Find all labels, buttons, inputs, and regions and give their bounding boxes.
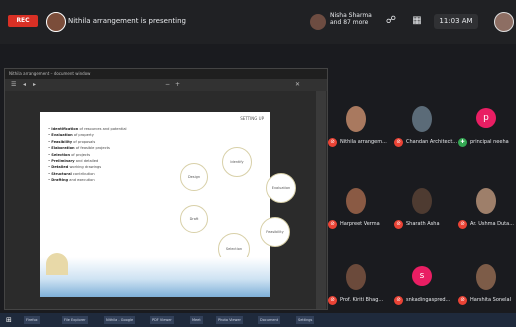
- participant-avatar: [412, 188, 432, 214]
- participant-tile[interactable]: ⊘ Ar. Ushma Duta...: [458, 182, 516, 232]
- taskbar-item[interactable]: PDF Viewer: [150, 316, 174, 324]
- participant-name: snkadingaspred...: [406, 297, 451, 303]
- clock: 11:03 AM: [434, 14, 478, 29]
- slide-tag: SETTING UP: [240, 116, 264, 121]
- participant-tile[interactable]: p ✚ principal neeha: [458, 100, 516, 150]
- bullet-item: • Drafting and execution: [48, 178, 95, 183]
- process-diagram: Identify Evaluation Feasibility Selectio…: [180, 147, 300, 265]
- shared-title-bar: Nithila arrangement – document window: [5, 69, 327, 79]
- participant-tile[interactable]: ⊘ Nithila arrangem...: [328, 100, 387, 150]
- participant-name: Chandan Architect...: [406, 139, 458, 145]
- back-icon[interactable]: ◂: [23, 81, 26, 89]
- mic-off-icon: ⊘: [458, 220, 467, 229]
- process-circle: Evaluation: [266, 173, 296, 203]
- participant-avatar: s: [412, 266, 432, 286]
- participant-name: Harpreet Verma: [340, 221, 380, 227]
- forward-icon[interactable]: ▸: [33, 81, 36, 89]
- zoom-out-icon[interactable]: −: [165, 81, 170, 89]
- mic-off-icon: ⊘: [328, 220, 337, 229]
- participant-tile[interactable]: ⊘ Prof. Kiriti Bhag...: [328, 258, 386, 308]
- zoom-in-icon[interactable]: +: [175, 81, 180, 89]
- participant-tile[interactable]: s ⊘ snkadingaspred...: [394, 258, 452, 308]
- viewer-name-line2: and 87 more: [330, 19, 369, 26]
- shared-toolbar: ☰ ◂ ▸ − + ✕: [5, 79, 327, 91]
- participant-name: Harshita Sonelal: [470, 297, 511, 303]
- mic-off-icon: ⊘: [328, 138, 337, 147]
- process-circle: Draft: [180, 205, 208, 233]
- recording-badge: REC: [8, 15, 38, 27]
- participant-avatar: [412, 106, 432, 132]
- participant-avatar: [476, 188, 496, 214]
- participant-name: Nithila arrangem...: [340, 139, 387, 145]
- side-strip: [316, 91, 326, 309]
- taskbar-item[interactable]: Firefox: [24, 316, 40, 324]
- menu-icon[interactable]: ☰: [11, 81, 16, 89]
- process-circle: Design: [180, 163, 208, 191]
- meeting-header: REC Nithila arrangement is presenting Ni…: [0, 0, 516, 44]
- taskbar-item[interactable]: Nithila - Google: [104, 316, 136, 324]
- participant-name: principal neeha: [470, 139, 509, 145]
- taskbar-item[interactable]: File Explorer: [62, 316, 88, 324]
- participant-name: Sharath Asha: [406, 221, 440, 227]
- participant-tile[interactable]: ⊘ Sharath Asha: [394, 182, 452, 232]
- slide-building-illustration: [46, 253, 68, 275]
- viewer-avatar[interactable]: [310, 14, 326, 30]
- user-avatar[interactable]: [494, 12, 514, 32]
- present-icon[interactable]: ☍: [384, 14, 398, 28]
- layout-icon[interactable]: ▦: [410, 14, 424, 28]
- start-icon[interactable]: ⊞: [4, 316, 14, 324]
- participant-name: Prof. Kiriti Bhag...: [340, 297, 384, 303]
- viewer-name-line1: Nisha Sharma: [330, 12, 372, 19]
- presenting-text: Nithila arrangement is presenting: [68, 17, 186, 25]
- taskbar-item[interactable]: Settings: [296, 316, 315, 324]
- taskbar-item[interactable]: Meet: [190, 316, 203, 324]
- participant-tile[interactable]: ⊘ Harpreet Verma: [328, 182, 386, 232]
- participant-avatar: [346, 188, 366, 214]
- process-circle: Identify: [222, 147, 252, 177]
- mic-off-icon: ⊘: [394, 138, 403, 147]
- taskbar: ⊞ Firefox File Explorer Nithila - Google…: [0, 313, 516, 327]
- viewer-name[interactable]: Nisha Sharma and 87 more: [330, 12, 372, 26]
- participant-avatar: p: [476, 108, 496, 128]
- mic-off-icon: ⊘: [458, 296, 467, 305]
- mic-off-icon: ⊘: [394, 220, 403, 229]
- process-circle: Feasibility: [260, 217, 290, 247]
- mic-off-icon: ⊘: [328, 296, 337, 305]
- taskbar-item[interactable]: Document: [258, 316, 281, 324]
- mic-on-icon: ✚: [458, 138, 467, 147]
- slide-wave-decoration: [40, 257, 270, 297]
- mic-off-icon: ⊘: [394, 296, 403, 305]
- participant-avatar: [346, 106, 366, 132]
- participant-tile[interactable]: ⊘ Chandan Architect...: [394, 100, 457, 150]
- close-icon[interactable]: ✕: [295, 81, 300, 89]
- participant-avatar: [346, 264, 366, 290]
- taskbar-item[interactable]: Photo Viewer: [216, 316, 243, 324]
- participant-avatar: [476, 264, 496, 290]
- presenter-avatar: [46, 12, 66, 32]
- slide: SETTING UP • Identification of resources…: [40, 112, 296, 297]
- participant-tile[interactable]: ⊘ Harshita Sonelal: [458, 258, 516, 308]
- bullet-list: • Identification of resources and potent…: [48, 126, 158, 184]
- participant-name: Ar. Ushma Duta...: [470, 221, 514, 227]
